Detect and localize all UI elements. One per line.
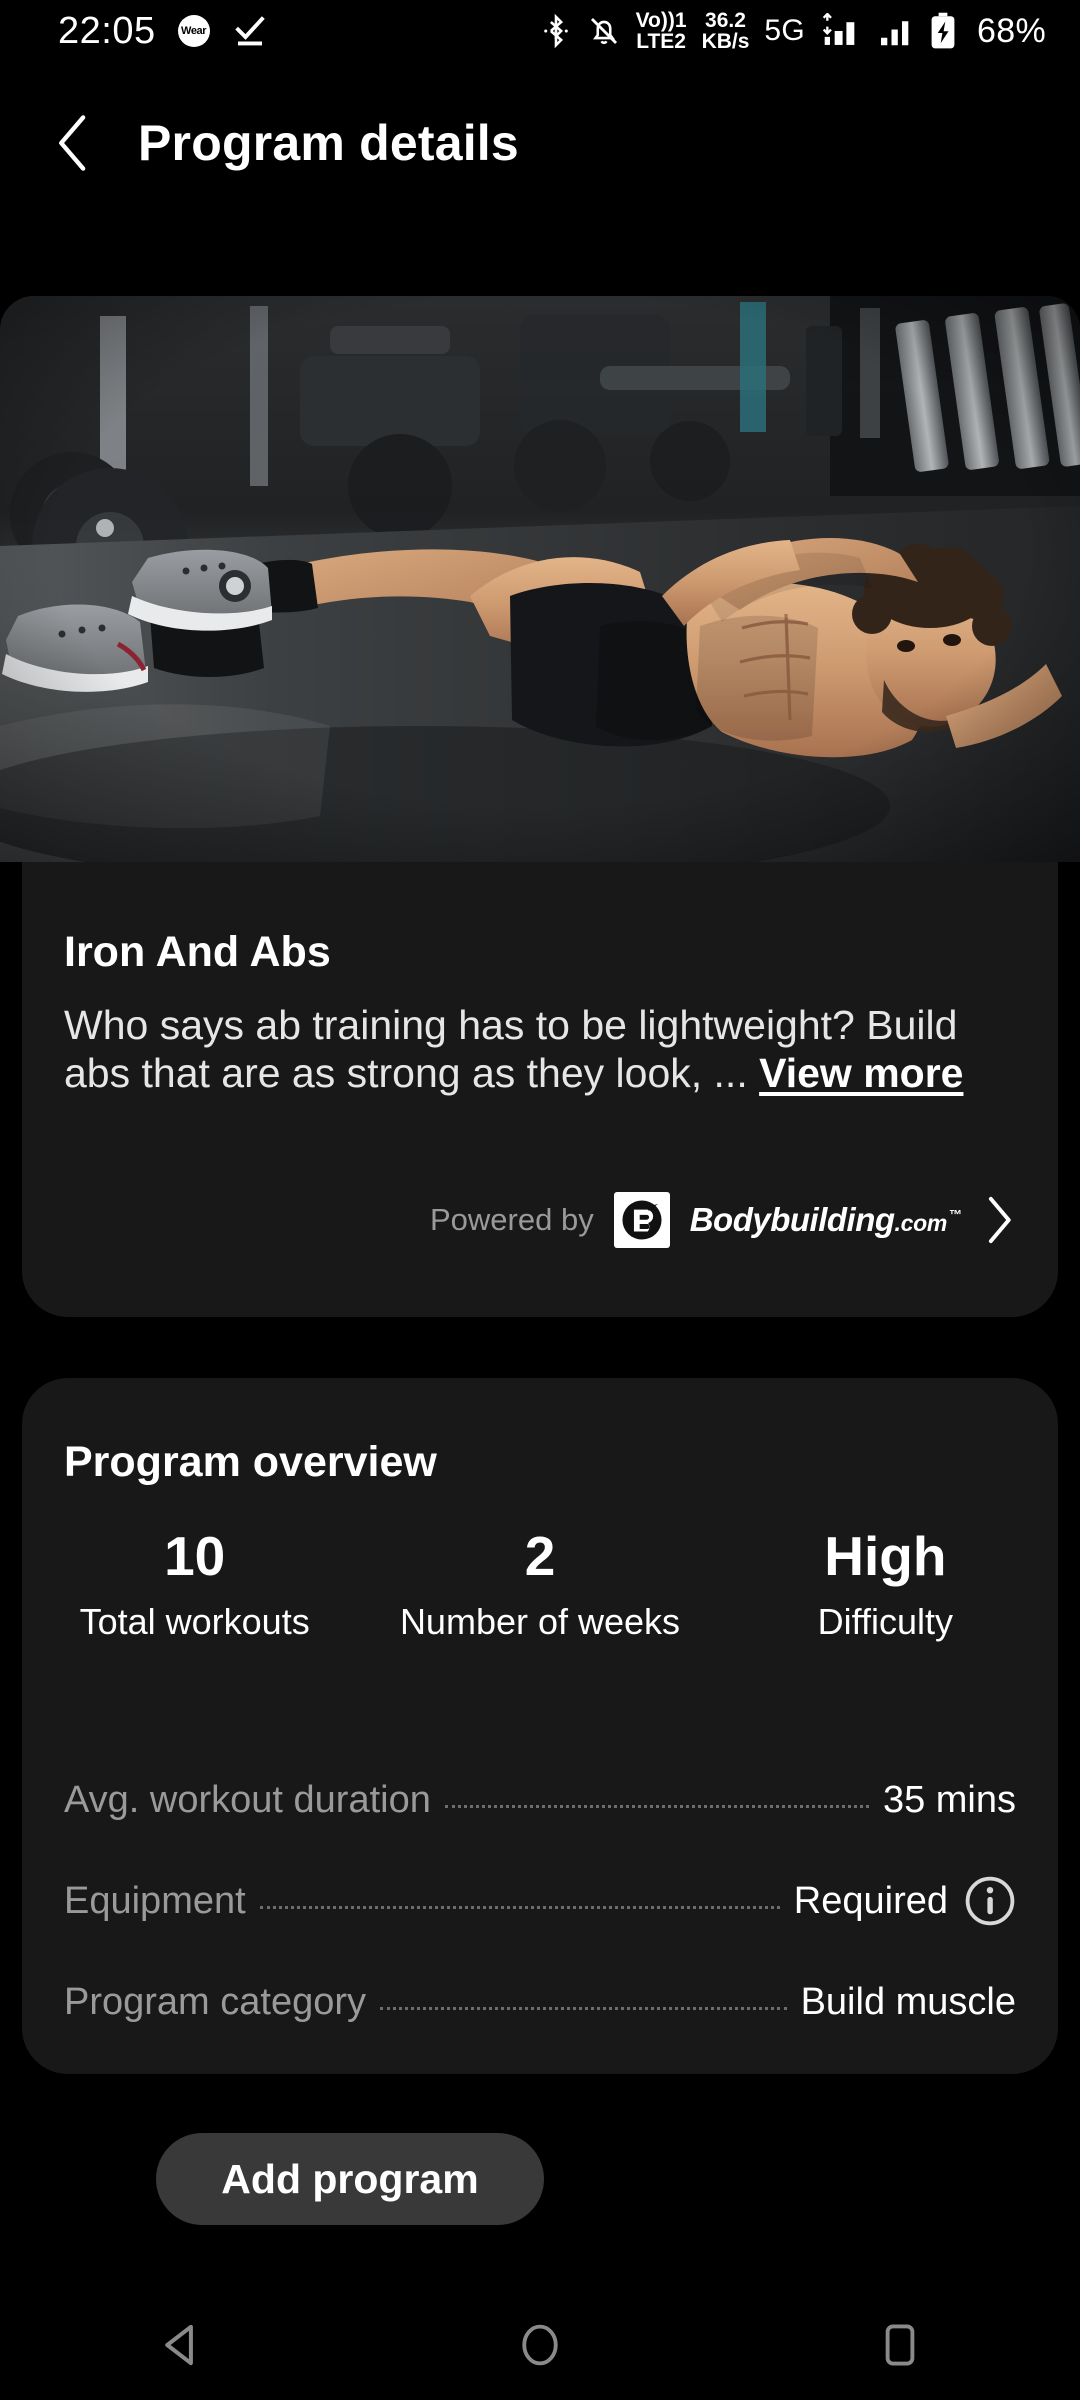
stat-label: Total workouts [79, 1600, 310, 1642]
volte-line-2: LTE2 [636, 30, 686, 53]
detail-row-avg-duration: Avg. workout duration 35 mins [64, 1768, 1016, 1832]
stat-number-of-weeks: 2 Number of weeks [367, 1526, 712, 1643]
stat-label: Number of weeks [399, 1600, 681, 1642]
program-title: Iron And Abs [64, 928, 331, 976]
android-navigation-bar [0, 2290, 1080, 2400]
overview-section-title: Program overview [64, 1438, 437, 1486]
detail-value: 35 mins [882, 1778, 1016, 1821]
data-speed-icon: 36.2 KB/s [701, 8, 750, 53]
add-program-button[interactable]: Add program [156, 2133, 544, 2225]
nav-back-triangle-icon[interactable] [105, 2290, 255, 2400]
brand-trademark: ™ [949, 1207, 962, 1222]
detail-label: Program category [64, 1980, 367, 2023]
volte-icon: Vo))1 LTE2 [635, 8, 687, 53]
brand-name-suffix: .com [894, 1210, 948, 1236]
battery-charging-icon [928, 12, 958, 50]
brand-name-main: Bodybuilding [689, 1201, 895, 1238]
nav-recents-square-icon[interactable] [825, 2290, 975, 2400]
overview-detail-rows: Avg. workout duration 35 mins Equipment … [64, 1768, 1016, 2071]
mute-bell-icon [587, 13, 621, 49]
detail-label: Avg. workout duration [64, 1778, 431, 1821]
detail-label: Equipment [64, 1879, 246, 1922]
bluetooth-icon [540, 13, 572, 49]
stat-value: High [824, 1525, 947, 1587]
page-title: Program details [138, 114, 519, 171]
program-overview-card: Program overview 10 Total workouts 2 Num… [22, 1378, 1058, 2074]
status-bar-right: Vo))1 LTE2 36.2 KB/s 5G 68% [540, 8, 1046, 53]
powered-by-label: Powered by [430, 1202, 594, 1237]
battery-percent-label: 68% [977, 11, 1046, 50]
nav-home-circle-icon[interactable] [465, 2290, 615, 2400]
detail-row-program-category: Program category Build muscle [64, 1970, 1016, 2034]
stat-value: 2 [524, 1525, 556, 1587]
leader-dots [380, 2006, 787, 2010]
program-hero-image [0, 296, 1080, 862]
detail-row-equipment: Equipment Required [64, 1869, 1016, 1933]
detail-value: Required [793, 1879, 948, 1922]
leader-dots [259, 1905, 780, 1909]
status-bar: 22:05 Wear Vo))1 LTE2 36.2 KB/s 5G 68% [0, 0, 1080, 62]
data-speed-unit: KB/s [701, 30, 750, 53]
program-description: Who says ab training has to be lightweig… [64, 1002, 1016, 1098]
stat-total-workouts: 10 Total workouts [22, 1526, 367, 1643]
program-info-card: Iron And Abs Who says ab training has to… [22, 862, 1058, 1317]
info-circle-icon[interactable] [964, 1875, 1016, 1927]
powered-by-row[interactable]: Powered by Bodybuilding .com ™ [22, 1192, 1058, 1248]
signal-sim2-icon [879, 13, 913, 49]
stat-difficulty: High Difficulty [713, 1526, 1058, 1643]
volte-line-1: Vo))1 [635, 8, 687, 32]
signal-5g-icon [820, 13, 864, 49]
bodybuilding-logo-icon [613, 1192, 670, 1248]
wear-os-icon: Wear [177, 15, 210, 47]
view-more-link[interactable]: View more [759, 1050, 963, 1096]
app-screen: 22:05 Wear Vo))1 LTE2 36.2 KB/s 5G 68% P… [0, 0, 1080, 2400]
leader-dots [444, 1804, 869, 1808]
bodybuilding-wordmark: Bodybuilding .com ™ [690, 1201, 962, 1239]
app-header: Program details [0, 95, 1080, 190]
chevron-right-icon[interactable] [982, 1194, 1016, 1246]
detail-value: Build muscle [800, 1980, 1016, 2023]
clock: 22:05 [58, 10, 156, 52]
network-type-label: 5G [764, 14, 806, 47]
stat-value: 10 [164, 1525, 226, 1587]
data-speed-value: 36.2 [705, 8, 746, 32]
stat-label: Difficulty [817, 1600, 953, 1642]
task-complete-icon [232, 13, 268, 49]
status-bar-left: 22:05 Wear [58, 12, 268, 50]
back-button[interactable] [52, 112, 104, 174]
wear-os-icon-label: Wear [181, 25, 207, 37]
overview-stats: 10 Total workouts 2 Number of weeks High… [22, 1526, 1058, 1643]
